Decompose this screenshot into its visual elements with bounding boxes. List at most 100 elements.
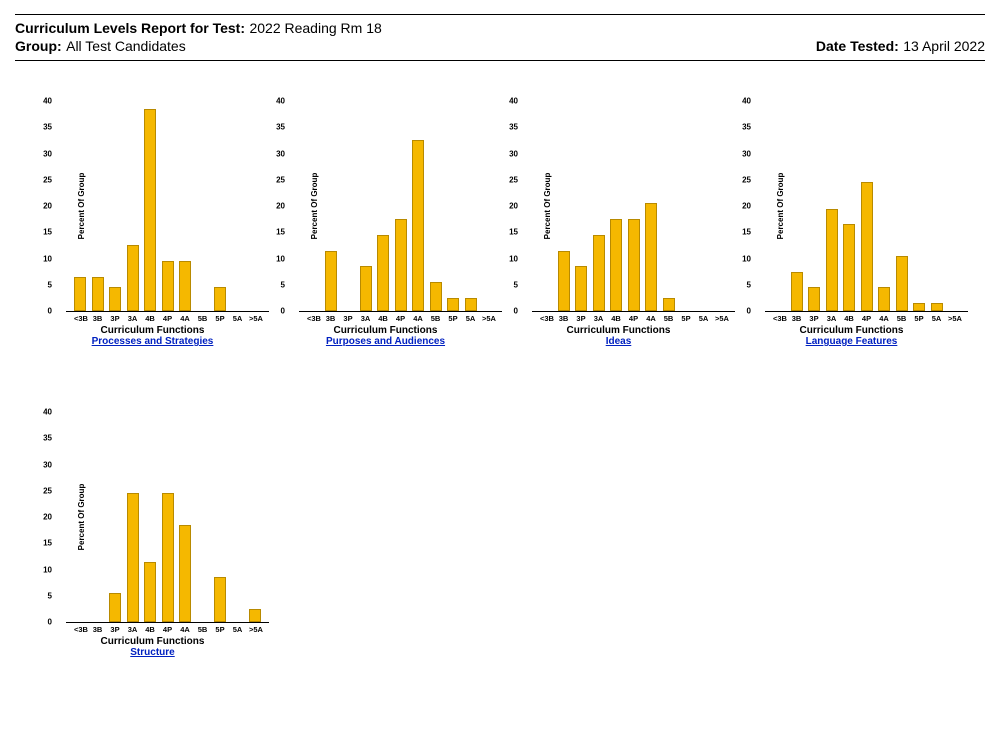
y-tick: 10 [36, 254, 52, 263]
y-tick: 10 [502, 254, 518, 263]
bar [377, 235, 389, 311]
y-tick: 15 [36, 539, 52, 548]
y-tick: 30 [735, 149, 751, 158]
charts-grid: Percent Of Group0510152025303540 <3B 3B 3P 3… [40, 101, 985, 658]
bar [74, 277, 86, 311]
bar [861, 182, 873, 311]
x-ticks: <3B3B3P3A4B4P4A5B5P5A>5A [536, 312, 731, 323]
y-tick: 5 [36, 591, 52, 600]
chart-block: Percent Of Group0510152025303540<3B3B3P3… [273, 101, 498, 347]
y-tick: 10 [269, 254, 285, 263]
y-tick: 5 [735, 280, 751, 289]
x-tick: 3A [593, 314, 605, 323]
x-tick: 3A [360, 314, 372, 323]
y-tick: 25 [269, 175, 285, 184]
bar [447, 298, 459, 311]
charts-row-2: Percent Of Group0510152025303540<3B3B3P3… [40, 412, 985, 658]
bar [896, 256, 908, 311]
y-tick: 30 [36, 460, 52, 469]
x-tick: 5A [232, 314, 244, 323]
x-tick: 3A [826, 314, 838, 323]
chart-function-link[interactable]: Language Features [739, 336, 964, 347]
x-tick: 4A [645, 314, 657, 323]
chart-xlabel: Curriculum Functions [739, 325, 964, 336]
x-tick: 5B [430, 314, 442, 323]
chart-xlabel: Curriculum Functions [40, 325, 265, 336]
x-tick: >5A [249, 625, 261, 634]
bar [645, 203, 657, 311]
bars [773, 101, 960, 311]
x-tick: 5P [680, 314, 692, 323]
y-tick: 15 [502, 228, 518, 237]
y-tick: 25 [36, 486, 52, 495]
x-tick: 4P [395, 314, 407, 323]
y-tick: 5 [269, 280, 285, 289]
date-label: Date Tested: [816, 38, 899, 54]
x-tick: 3P [575, 314, 587, 323]
group-value: All Test Candidates [66, 38, 186, 54]
y-tick: 25 [735, 175, 751, 184]
y-tick: 10 [36, 565, 52, 574]
x-tick: 3B [325, 314, 337, 323]
y-tick: 40 [502, 97, 518, 106]
x-tick: >5A [482, 314, 494, 323]
x-tick: 3B [92, 625, 104, 634]
x-tick: 4B [610, 314, 622, 323]
x-tick: 3P [109, 625, 121, 634]
y-tick: 25 [502, 175, 518, 184]
bar [162, 493, 174, 622]
date-value: 13 April 2022 [903, 38, 985, 54]
y-tick: 10 [735, 254, 751, 263]
bars [74, 412, 261, 622]
y-tick: 40 [735, 97, 751, 106]
y-tick: 35 [36, 434, 52, 443]
x-tick: 3B [791, 314, 803, 323]
y-tick: 40 [269, 97, 285, 106]
chart-plot: Percent Of Group0510152025303540 [769, 101, 964, 312]
y-tick: 30 [502, 149, 518, 158]
x-tick: 5P [214, 314, 226, 323]
chart-plot: Percent Of Group0510152025303540 [70, 412, 265, 623]
bar [214, 287, 226, 311]
x-tick: 4P [628, 314, 640, 323]
y-tick: 0 [735, 307, 751, 316]
x-tick: 3P [342, 314, 354, 323]
y-tick: 15 [36, 228, 52, 237]
x-tick: <3B [773, 314, 785, 323]
y-tick: 20 [269, 202, 285, 211]
y-tick: 20 [735, 202, 751, 211]
title-label: Curriculum Levels Report for Test: [15, 20, 245, 36]
x-tick: >5A [715, 314, 727, 323]
x-tick: 4P [162, 625, 174, 634]
chart-function-link[interactable]: Purposes and Audiences [273, 336, 498, 347]
y-tick: 20 [36, 513, 52, 522]
x-tick: 4P [861, 314, 873, 323]
bar [628, 219, 640, 311]
chart-block: Percent Of Group0510152025303540<3B3B3P3… [506, 101, 731, 347]
chart-block: Percent Of Group0510152025303540<3B3B3P3… [40, 101, 265, 347]
y-tick: 35 [269, 123, 285, 132]
x-tick: 5P [913, 314, 925, 323]
y-tick: 40 [36, 408, 52, 417]
bar [109, 287, 121, 311]
chart-function-link[interactable]: Processes and Strategies [40, 336, 265, 347]
chart-function-link[interactable]: Structure [40, 647, 265, 658]
y-tick: 30 [269, 149, 285, 158]
x-ticks: <3B3B3P3A4B4P4A5B5P5A>5A [769, 312, 964, 323]
bar [931, 303, 943, 311]
bar [395, 219, 407, 311]
x-tick: 5A [698, 314, 710, 323]
y-tick: 5 [502, 280, 518, 289]
bar [593, 235, 605, 311]
chart-xlabel: Curriculum Functions [40, 636, 265, 647]
chart-function-link[interactable]: Ideas [506, 336, 731, 347]
bars [74, 101, 261, 311]
x-tick: 5B [197, 314, 209, 323]
y-tick: 0 [36, 618, 52, 627]
x-tick: 5P [447, 314, 459, 323]
group-label: Group: [15, 38, 62, 54]
chart-plot: Percent Of Group0510152025303540 [536, 101, 731, 312]
x-tick: >5A [249, 314, 261, 323]
x-tick: 5P [214, 625, 226, 634]
bar [127, 245, 139, 311]
